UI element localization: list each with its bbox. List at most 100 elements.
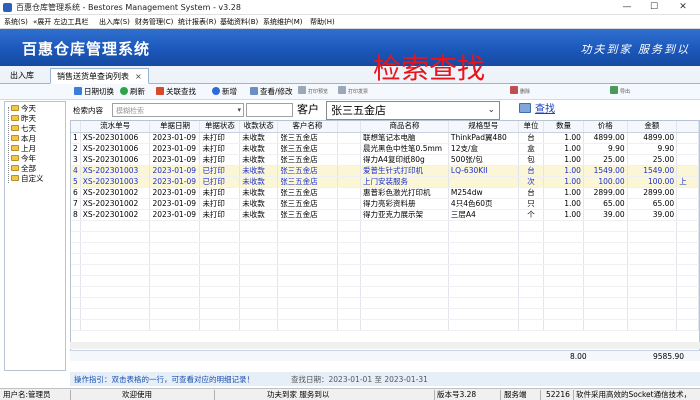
status-user: 用户名:管理员 (3, 390, 51, 399)
table-row[interactable]: 6 XS-202301002 2023-01-09 未打印 未收款 张三五金店 惠普彩色激光… (71, 187, 699, 199)
column-header[interactable]: 商品名称 (360, 121, 449, 133)
menu-reports[interactable]: 统计报表(R) (178, 15, 216, 29)
refresh-icon (120, 87, 128, 95)
minimize-button[interactable]: — (616, 0, 638, 15)
cell-spec: LQ-630KII (448, 165, 519, 177)
cell-empty (71, 286, 81, 298)
menu-basic-data[interactable]: 基础资料(B) (220, 15, 258, 29)
column-header[interactable]: 单位 (518, 121, 545, 133)
tab-close-icon[interactable]: × (135, 72, 142, 81)
cell-item: 爱普生针式打印机 (360, 165, 449, 177)
column-header[interactable]: 客户名称 (277, 121, 338, 133)
tree-item-this-month[interactable]: 本月 (11, 134, 36, 144)
date-switch-button[interactable]: 日期切换 (74, 85, 114, 99)
menu-help[interactable]: 帮助(H) (310, 15, 335, 29)
cell-no: XS-202301002 (80, 198, 151, 210)
cell-spec: M254dw (448, 187, 519, 199)
cell-qty: 1.00 (543, 198, 584, 210)
cell-empty (360, 231, 449, 243)
tree-item-last-month[interactable]: 上月 (11, 144, 36, 154)
column-header[interactable]: 规格型号 (448, 121, 519, 133)
cell-empty (149, 319, 201, 331)
refresh-button[interactable]: 刷新 (120, 85, 145, 99)
cell-price: 4899.00 (583, 132, 628, 144)
cell-empty (80, 253, 151, 265)
tree-item-custom[interactable]: 自定义 (11, 174, 44, 184)
maximize-button[interactable]: ☐ (643, 0, 665, 15)
table-row[interactable]: 2 XS-202301006 2023-01-09 未打印 未收款 张三五金店 晨光黑色中性… (71, 143, 699, 155)
search-button[interactable]: 查找 (519, 103, 555, 117)
menu-inout[interactable]: 出入库(S) (99, 15, 130, 29)
delete-button[interactable]: 删除 (510, 85, 530, 99)
status-motto: 功夫到家 服务到以 (267, 390, 330, 399)
cell-empty (277, 319, 338, 331)
cell-extra (676, 187, 699, 199)
empty-row (71, 308, 699, 320)
export-button[interactable]: 导出 (610, 85, 630, 99)
tab-row: 出入库 销售送货单查询列表 × (0, 66, 700, 84)
table-row[interactable]: 4 XS-202301003 2023-01-09 已打印 未收款 张三五金店 爱普生针式打… (71, 165, 699, 177)
column-header[interactable] (71, 121, 81, 133)
cell-empty (337, 253, 362, 265)
linked-search-button[interactable]: 关联查找 (156, 85, 196, 99)
cell-doc: 未打印 (199, 154, 241, 166)
cell-empty (518, 275, 545, 287)
tab-sales-delivery-list[interactable]: 销售送货单查询列表 × (50, 68, 149, 84)
cell-item: 晨光黑色中性笔0.5mm (360, 143, 449, 155)
column-header[interactable]: 价格 (583, 121, 628, 133)
menu-system[interactable]: 系统(S) (4, 15, 28, 29)
table-row[interactable]: 1 XS-202301006 2023-01-09 未打印 未收款 张三五金店 联想笔记本电… (71, 132, 699, 144)
horizontal-scrollbar[interactable] (70, 342, 700, 349)
cell-empty (627, 264, 678, 276)
table-row[interactable]: 5 XS-202301003 2023-01-09 已打印 未收款 张三五金店 上门安装服务… (71, 176, 699, 188)
column-header[interactable] (676, 121, 699, 133)
column-header[interactable]: 金额 (627, 121, 678, 133)
customer-select[interactable]: 张三五金店 ⌄ (326, 101, 500, 120)
table-row[interactable]: 7 XS-202301002 2023-01-09 未打印 未收款 张三五金店 得力亮彩资料… (71, 198, 699, 210)
tree-item-all[interactable]: 全部 (11, 164, 36, 174)
search-extra-input[interactable] (246, 103, 293, 117)
cell-qty: 1.00 (543, 176, 584, 188)
search-input[interactable]: 模糊检索 ▾ (112, 103, 244, 117)
search-label: 检索内容 (73, 106, 103, 115)
column-header[interactable] (337, 121, 362, 133)
print-preview-button[interactable]: 打印预览 (298, 85, 328, 99)
data-table: 流水单号 单据日期 单据状态 收款状态 客户名称 商品名称 规格型号 单位 数量… (71, 121, 699, 331)
column-header[interactable]: 数量 (543, 121, 584, 133)
add-button[interactable]: 新增 (212, 85, 237, 99)
cell-unit: 个 (518, 209, 545, 221)
cell-empty (71, 275, 81, 287)
chevron-down-icon[interactable]: ▾ (237, 106, 241, 114)
tree-item-yesterday[interactable]: 昨天 (11, 114, 36, 124)
menu-finance[interactable]: 财务管理(C) (135, 15, 173, 29)
menu-maintenance[interactable]: 系统维护(M) (263, 15, 303, 29)
cell-empty (360, 253, 449, 265)
menu-expand-toolbar[interactable]: «展开 左边工具栏 (33, 15, 89, 29)
cell-empty (448, 286, 519, 298)
close-button[interactable]: ✕ (672, 0, 694, 15)
column-header[interactable]: 流水单号 (80, 121, 151, 133)
cell-empty (543, 308, 584, 320)
column-header[interactable]: 单据状态 (199, 121, 241, 133)
table-row[interactable]: 3 XS-202301006 2023-01-09 未打印 未收款 张三五金店 得力A4复印… (71, 154, 699, 166)
column-header[interactable]: 单据日期 (149, 121, 201, 133)
column-header[interactable]: 收款状态 (239, 121, 279, 133)
cell-empty (676, 286, 699, 298)
cell-qty: 1.00 (543, 132, 584, 144)
cell-empty (71, 253, 81, 265)
tree-item-seven-days[interactable]: 七天 (11, 124, 36, 134)
tree-item-this-year[interactable]: 今年 (11, 154, 36, 164)
table-row[interactable]: 8 XS-202301002 2023-01-09 未打印 未收款 张三五金店 得力亚克力展… (71, 209, 699, 221)
cell-empty (627, 275, 678, 287)
status-bar: 用户名:管理员 欢迎使用 功夫到家 服务到以 版本号3.28 服务端 52216… (0, 388, 700, 400)
chevron-down-icon[interactable]: ⌄ (487, 105, 495, 115)
cell-empty (149, 275, 201, 287)
search-bar: 检索内容 模糊检索 ▾ 客户 张三五金店 ⌄ 查找 (70, 101, 700, 120)
tree-item-today[interactable]: 今天 (11, 104, 36, 114)
view-edit-button[interactable]: 查看/修改 (250, 85, 293, 99)
cell-pay: 未收款 (239, 143, 279, 155)
cell-empty (676, 220, 699, 232)
print-invoice-button[interactable]: 打印发票 (338, 85, 368, 99)
tab-inout[interactable]: 出入库 (4, 68, 40, 84)
calendar-icon (74, 87, 82, 95)
